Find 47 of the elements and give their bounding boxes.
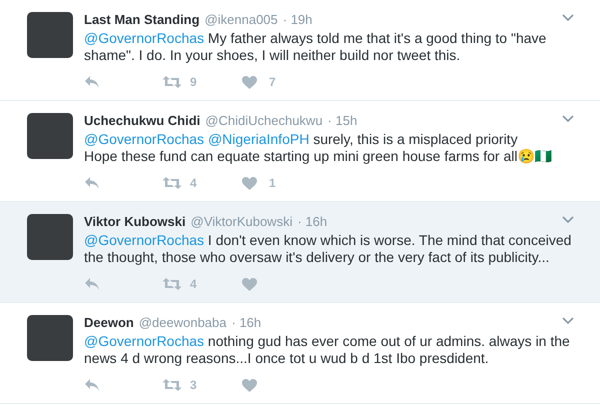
heart-icon[interactable] [242, 378, 257, 392]
mention-link[interactable]: @NigeriaInfoPH [208, 131, 310, 147]
mention-link[interactable]: @GovernorRochas [84, 30, 204, 46]
heart-icon[interactable] [242, 278, 257, 290]
heart-icon[interactable] [242, 176, 257, 190]
tweet-time[interactable]: · 15h [328, 113, 358, 129]
tweet-text: @GovernorRochas My father always told me that it's a good thing to "have shame". I do. In your shoes, I will neither build nor tweet this. [84, 30, 548, 64]
chevron-down-icon[interactable] [562, 216, 574, 224]
retweet-icon[interactable] [162, 277, 182, 291]
like-count: 7 [269, 74, 276, 91]
user-name[interactable]: Uchechukwu Chidi [84, 113, 200, 129]
tweet-time[interactable]: · 19h [282, 12, 312, 28]
user-handle[interactable]: @ViktorKubowski [190, 214, 292, 230]
avatar-photo-placeholder[interactable] [27, 12, 73, 58]
user-handle[interactable]: @deewonbaba [138, 315, 226, 331]
retweet-count: 4 [190, 276, 197, 293]
mention-link[interactable]: @GovernorRochas [84, 333, 204, 349]
chevron-down-icon[interactable] [562, 317, 574, 325]
tweet-text: @GovernorRochas @NigeriaInfoPH surely, this is a misplaced priority Hope these fund can equate starting up mini green house farms for all😢🇳🇬 [84, 131, 552, 165]
reply-icon[interactable] [84, 176, 100, 190]
retweet-count: 3 [190, 377, 197, 394]
retweet-icon[interactable] [162, 75, 182, 89]
tweet-time[interactable]: · 16h [232, 315, 262, 331]
mention-link[interactable]: @GovernorRochas [84, 131, 204, 147]
user-handle[interactable]: @ikenna005 [204, 12, 278, 28]
tweet-text: @GovernorRochas nothing gud has ever come out of ur admins. always in the news 4 d wrong reasons...I once tot u wud b d 1st Ibo presdident. [84, 333, 571, 367]
avatar-photo-placeholder[interactable] [27, 113, 73, 159]
reply-icon[interactable] [84, 378, 100, 392]
chevron-down-icon[interactable] [562, 14, 574, 22]
reply-icon[interactable] [84, 277, 100, 291]
user-handle[interactable]: @ChidiUchechukwu [205, 113, 323, 129]
mention-link[interactable]: @GovernorRochas [84, 232, 204, 248]
user-name[interactable]: Viktor Kubowski [84, 214, 186, 230]
retweet-count: 9 [190, 74, 197, 91]
chevron-down-icon[interactable] [562, 115, 574, 123]
heart-icon[interactable] [242, 76, 257, 88]
avatar-photo-placeholder[interactable] [27, 315, 73, 361]
tweet-time[interactable]: · 16h [297, 214, 328, 230]
reply-icon[interactable] [84, 75, 100, 89]
tweet-text: @GovernorRochas I don't even know which is worse. The mind that conceived the thought, those who oversaw it's delivery or the very fact of its publicity... [84, 232, 572, 266]
retweet-count: 4 [190, 175, 197, 192]
retweet-icon[interactable] [162, 378, 182, 392]
user-name[interactable]: Deewon [84, 315, 134, 331]
like-count: 1 [269, 175, 276, 192]
user-name[interactable]: Last Man Standing [84, 12, 200, 28]
avatar-photo-placeholder[interactable] [27, 214, 73, 260]
retweet-icon[interactable] [162, 176, 182, 190]
